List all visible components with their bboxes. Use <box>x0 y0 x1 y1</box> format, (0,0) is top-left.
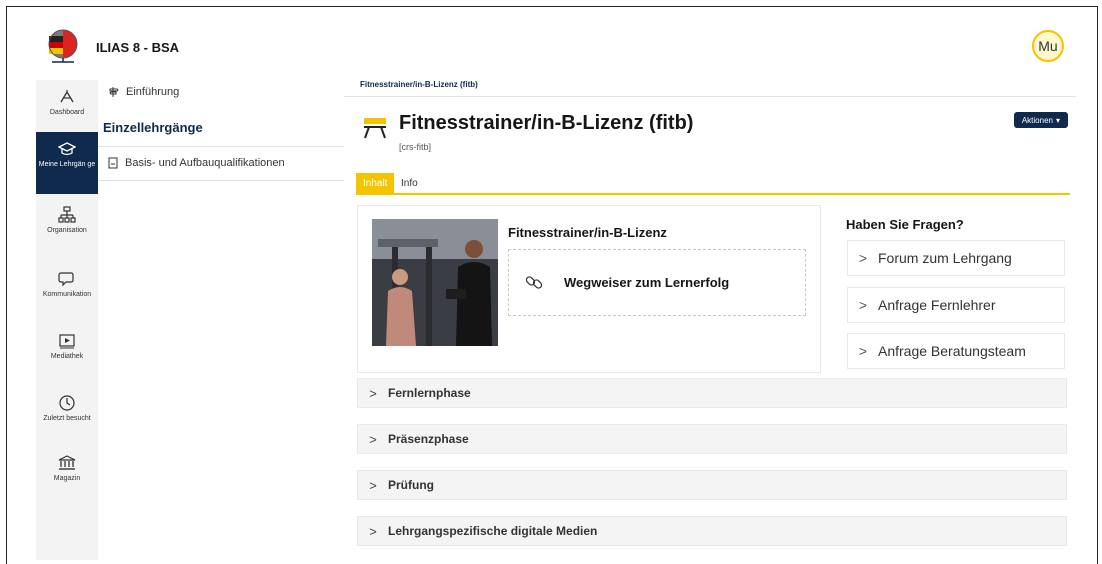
mainbar-item-recent[interactable]: Zuletzt besucht <box>36 386 98 448</box>
organisation-icon <box>58 206 76 223</box>
mainbar-label: Mediathek <box>50 353 84 360</box>
slate-intro-link[interactable]: Einführung <box>108 86 179 98</box>
dashboard-icon <box>60 90 74 103</box>
ilias-logo[interactable] <box>46 28 80 68</box>
slate-heading: Einzellehrgänge <box>103 120 203 135</box>
divider <box>98 146 344 147</box>
faq-item[interactable]: > Anfrage Fernlehrer <box>847 287 1065 323</box>
accordion-section[interactable]: > Fernlernphase <box>357 378 1067 408</box>
accordion-label: Prüfung <box>388 478 434 492</box>
faq-item-label: Forum zum Lehrgang <box>878 250 1012 266</box>
document-icon <box>108 157 118 169</box>
user-avatar[interactable]: Mu <box>1032 30 1064 62</box>
chevron-right-icon: > <box>858 297 868 313</box>
tab-inhalt[interactable]: Inhalt <box>356 173 395 193</box>
accordion-section[interactable]: > Präsenzphase <box>357 424 1067 454</box>
teaser-image[interactable] <box>372 219 498 346</box>
divider <box>98 180 344 181</box>
slate-entry[interactable]: Basis- und Aufbauqualifikationen <box>108 157 285 169</box>
mainbar-item-mediathek[interactable]: Mediathek <box>36 324 98 386</box>
accordion-label: Fernlernphase <box>388 386 471 400</box>
app-title: ILIAS 8 - BSA <box>96 40 180 55</box>
faq-item-label: Anfrage Fernlehrer <box>878 297 996 313</box>
mainbar-item-magazin[interactable]: Magazin <box>36 446 98 508</box>
mainbar-item-organisation[interactable]: Organisation <box>36 198 98 260</box>
course-icon <box>362 114 388 145</box>
slate-intro-label: Einführung <box>126 86 180 98</box>
faq-item[interactable]: > Anfrage Beratungsteam <box>847 333 1065 369</box>
chat-icon <box>58 272 74 287</box>
page-title: Fitnesstrainer/in-B-Lizenz (fitb) <box>399 112 694 134</box>
accordion-label: Lehrgangspezifische digitale Medien <box>388 524 598 538</box>
chevron-right-icon: > <box>858 343 868 359</box>
clock-icon <box>59 395 75 411</box>
mainbar-label: Organisation <box>47 227 87 234</box>
play-icon <box>59 334 75 349</box>
actions-button[interactable]: Aktionen ▾ <box>1013 112 1068 128</box>
tab-info[interactable]: Info <box>394 173 425 193</box>
top-header: ILIAS 8 - BSA Mu <box>36 18 1076 81</box>
mainbar-label: Meine Lehrgän ge <box>38 161 96 168</box>
faq-heading: Haben Sie Fragen? <box>846 217 964 232</box>
accordion-section[interactable]: > Prüfung <box>357 470 1067 500</box>
mainbar-item-communication[interactable]: Kommunikation <box>36 262 98 324</box>
signpost-icon <box>109 87 119 97</box>
faq-item[interactable]: > Forum zum Lehrgang <box>847 240 1065 276</box>
chevron-right-icon: > <box>369 523 377 539</box>
guide-link-label: Wegweiser zum Lernerfolg <box>564 275 730 290</box>
teaser-title: Fitnesstrainer/in-B-Lizenz <box>508 225 667 240</box>
accordion-label: Präsenzphase <box>388 432 469 446</box>
slate-entry-label: Basis- und Aufbauqualifikationen <box>125 157 285 169</box>
mainbar-label: Zuletzt besucht <box>43 415 91 422</box>
caret-down-icon: ▾ <box>1055 115 1060 125</box>
tab-bar: Inhalt Info <box>356 173 1070 195</box>
faq-item-label: Anfrage Beratungsteam <box>878 343 1026 359</box>
slate-panel: Einführung Einzellehrgänge Basis- und Au… <box>98 80 345 560</box>
chevron-right-icon: > <box>369 431 377 447</box>
breadcrumb[interactable]: Fitnesstrainer/in-B-Lizenz (fitb) <box>360 80 478 89</box>
mainbar: Dashboard Meine Lehrgän ge Organisation … <box>36 80 99 560</box>
course-teaser-panel: Fitnesstrainer/in-B-Lizenz Wegweiser zum… <box>357 205 821 373</box>
link-icon <box>525 276 543 289</box>
graduation-cap-icon <box>58 142 76 156</box>
mainbar-item-courses[interactable]: Meine Lehrgän ge <box>36 132 98 194</box>
bank-icon <box>58 455 76 470</box>
accordion-section[interactable]: > Lehrgangspezifische digitale Medien <box>357 516 1067 546</box>
page-subtitle: [crs-fitb] <box>399 142 432 152</box>
mainbar-label: Kommunikation <box>42 291 92 298</box>
mainbar-label: Dashboard <box>49 109 85 116</box>
chevron-right-icon: > <box>369 385 377 401</box>
divider <box>344 96 1076 97</box>
chevron-right-icon: > <box>369 477 377 493</box>
mainbar-label: Magazin <box>53 475 81 482</box>
guide-link-box[interactable]: Wegweiser zum Lernerfolg <box>508 249 806 316</box>
main-content: Fitnesstrainer/in-B-Lizenz (fitb) Fitnes… <box>344 80 1076 560</box>
chevron-right-icon: > <box>858 250 868 266</box>
actions-label: Aktionen <box>1021 115 1053 125</box>
